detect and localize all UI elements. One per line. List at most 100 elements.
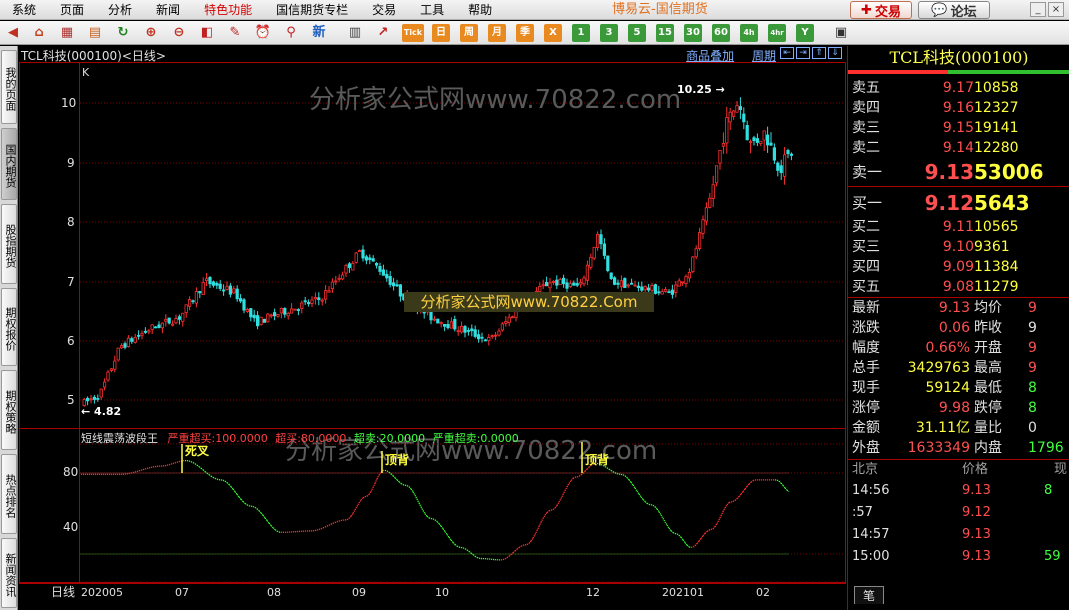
filter-icon[interactable]: ⚲ bbox=[282, 24, 300, 42]
menu-help[interactable]: 帮助 bbox=[456, 0, 504, 20]
forum-button[interactable]: 💬 论坛 bbox=[918, 1, 990, 20]
period-year-button[interactable]: Y bbox=[796, 24, 814, 42]
chart-area[interactable]: TCL科技(000100)<日线> 商品叠加 周期 ⇤ ⇥ ⇑ ⇓ K 10 9… bbox=[19, 46, 846, 610]
bid-label: 买一 bbox=[852, 194, 883, 212]
period-30min-button[interactable]: 30 bbox=[684, 24, 702, 42]
zoom-in-icon[interactable]: ⊕ bbox=[142, 24, 160, 42]
indicator-segment bbox=[676, 533, 680, 536]
period-x-button[interactable]: X bbox=[544, 24, 562, 42]
indicator-segment bbox=[462, 547, 466, 550]
indicator-segment bbox=[476, 556, 480, 559]
menu-page[interactable]: 页面 bbox=[48, 0, 96, 20]
tab-news[interactable]: 新闻资讯 bbox=[1, 538, 17, 608]
period-4hr-button[interactable]: 4hr bbox=[768, 24, 786, 42]
candle-body bbox=[310, 299, 314, 304]
candle-body bbox=[640, 286, 644, 291]
indicator-segment bbox=[436, 521, 440, 525]
ask-row[interactable]: 卖五 9.17 10858 bbox=[848, 78, 1069, 98]
home-icon[interactable]: ⌂ bbox=[30, 24, 48, 42]
menu-analysis[interactable]: 分析 bbox=[96, 0, 144, 20]
back-arrow-icon[interactable]: ◀ bbox=[4, 24, 22, 42]
period-4h-button[interactable]: 4h bbox=[740, 24, 758, 42]
candle-body bbox=[745, 125, 749, 141]
period-day-button[interactable]: 日 bbox=[432, 24, 450, 42]
tab-domestic-futures[interactable]: 国内期货 bbox=[1, 128, 17, 200]
candle-body bbox=[633, 284, 637, 287]
period-1min-button[interactable]: 1 bbox=[572, 24, 590, 42]
indicator-segment bbox=[214, 477, 218, 480]
bid-row[interactable]: 买五 9.08 11279 bbox=[848, 277, 1069, 297]
new-icon[interactable]: 新 bbox=[310, 24, 328, 42]
trade-button[interactable]: ✚ 交易 bbox=[850, 1, 912, 20]
ticks-tab[interactable]: 笔 bbox=[854, 586, 884, 604]
candle-body bbox=[303, 300, 307, 303]
indicator-segment bbox=[652, 504, 656, 508]
indicator-segment bbox=[660, 514, 664, 519]
close-icon[interactable]: × bbox=[1048, 2, 1064, 17]
period-3min-button[interactable]: 3 bbox=[600, 24, 618, 42]
folder-icon[interactable]: ▤ bbox=[86, 24, 104, 42]
stats-row: 涨跌 0.06 昨收 9 bbox=[848, 318, 1069, 338]
tab-hot-ranking[interactable]: 热点排名 bbox=[1, 454, 17, 534]
indicator-segment bbox=[474, 555, 478, 558]
indicator-segment bbox=[734, 498, 738, 501]
indicator-segment bbox=[272, 527, 276, 531]
candle-body bbox=[670, 289, 675, 295]
menu-news[interactable]: 新闻 bbox=[144, 0, 192, 20]
indicator-segment bbox=[708, 528, 712, 531]
ask-row[interactable]: 卖一 9.13 53006 bbox=[848, 158, 1069, 186]
chart-line-icon[interactable]: ↗ bbox=[374, 24, 392, 42]
indicator-segment bbox=[746, 483, 750, 487]
period-week-button[interactable]: 周 bbox=[460, 24, 478, 42]
candle-body bbox=[510, 316, 515, 319]
bid-row[interactable]: 买二 9.11 10565 bbox=[848, 217, 1069, 237]
candle-body bbox=[470, 328, 474, 332]
indicator-segment bbox=[210, 475, 214, 478]
stat-label: 涨跌 bbox=[852, 320, 880, 336]
zoom-out-icon[interactable]: ⊖ bbox=[170, 24, 188, 42]
ask-row[interactable]: 卖三 9.15 19141 bbox=[848, 118, 1069, 138]
tab-my-page[interactable]: 我的页面 bbox=[1, 50, 17, 124]
menu-tools[interactable]: 工具 bbox=[408, 0, 456, 20]
menu-column[interactable]: 国信期货专栏 bbox=[264, 0, 360, 20]
period-60min-button[interactable]: 60 bbox=[712, 24, 730, 42]
refresh-icon[interactable]: ↻ bbox=[114, 24, 132, 42]
menu-features[interactable]: 特色功能 bbox=[192, 0, 264, 20]
bid-row[interactable]: 买三 9.10 9361 bbox=[848, 237, 1069, 257]
indicator-segment bbox=[266, 520, 270, 524]
stat-label: 涨停 bbox=[852, 400, 880, 416]
period-5min-button[interactable]: 5 bbox=[628, 24, 646, 42]
y-tick-10: 10 bbox=[61, 96, 76, 110]
minimize-icon[interactable]: _ bbox=[1030, 2, 1046, 17]
tab-option-strategy[interactable]: 期权策略 bbox=[1, 370, 17, 450]
indicator-segment bbox=[670, 530, 674, 534]
indicator-segment bbox=[208, 474, 212, 477]
indicator-segment bbox=[472, 554, 476, 557]
bid-row[interactable]: 买一 9.12 5643 bbox=[848, 189, 1069, 217]
period-tick-button[interactable]: Tick bbox=[402, 24, 424, 42]
indicator-segment bbox=[396, 479, 400, 483]
tab-index-futures[interactable]: 股指期货 bbox=[1, 204, 17, 284]
tab-option-quotes[interactable]: 期权报价 bbox=[1, 288, 17, 366]
ask-row[interactable]: 卖四 9.16 12327 bbox=[848, 98, 1069, 118]
menu-trade[interactable]: 交易 bbox=[360, 0, 408, 20]
ask-row[interactable]: 卖二 9.14 12280 bbox=[848, 138, 1069, 158]
bottom-tab-daily[interactable]: 日线 bbox=[51, 585, 75, 599]
window-icon[interactable]: ◧ bbox=[198, 24, 216, 42]
menu-system[interactable]: 系统 bbox=[0, 0, 48, 20]
indicator-segment bbox=[416, 498, 420, 504]
low-price-value: 4.82 bbox=[94, 405, 121, 418]
grid-icon[interactable]: ▦ bbox=[58, 24, 76, 42]
stat-value: 8 bbox=[1028, 380, 1037, 396]
stat-label: 量比 bbox=[974, 420, 1002, 436]
alarm-icon[interactable]: ⏰ bbox=[254, 24, 272, 42]
draw-pen-icon[interactable]: ✎ bbox=[226, 24, 244, 42]
calculator-icon[interactable]: ▣ bbox=[832, 24, 850, 42]
period-15min-button[interactable]: 15 bbox=[656, 24, 674, 42]
period-month-button[interactable]: 月 bbox=[488, 24, 506, 42]
table-icon[interactable]: ▥ bbox=[346, 24, 364, 42]
bid-row[interactable]: 买四 9.09 11384 bbox=[848, 257, 1069, 277]
period-quarter-button[interactable]: 季 bbox=[516, 24, 534, 42]
candle-body bbox=[361, 249, 365, 259]
candle-body bbox=[170, 323, 175, 326]
